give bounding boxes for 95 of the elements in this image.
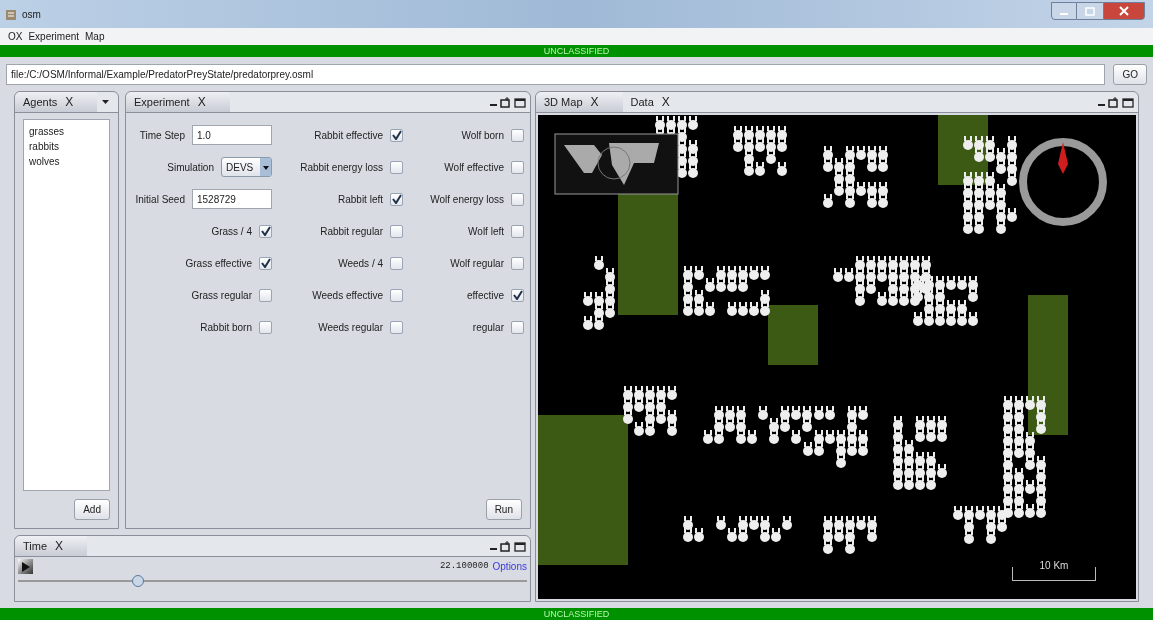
minimize-button[interactable] [1051, 2, 1077, 20]
field-label: Initial Seed [135, 192, 185, 207]
checkbox[interactable] [390, 224, 403, 238]
close-icon[interactable]: X [65, 93, 74, 111]
play-button[interactable] [18, 559, 33, 574]
dropdown-icon [101, 98, 110, 106]
field-label: Time Step [139, 128, 185, 143]
maximize-icon [514, 96, 526, 108]
checkbox[interactable] [511, 288, 524, 302]
menu-item[interactable]: Map [85, 29, 105, 44]
field-label: Wolf regular [450, 256, 504, 271]
field-label: Grass regular [191, 288, 252, 303]
checkmark-icon [391, 194, 402, 204]
address-field[interactable]: file:/C:/OSM/Informal/Example/PredatorPreyState/predatorprey.osml [6, 63, 1106, 85]
close-icon[interactable]: X [55, 537, 64, 555]
checkbox[interactable] [259, 320, 272, 334]
field-label: Wolf left [468, 224, 504, 239]
minimize-icon [490, 547, 497, 550]
play-icon [21, 560, 30, 573]
text-field[interactable]: 1528729 [192, 189, 272, 209]
window-title: osm [22, 7, 41, 22]
field-label: Grass / 4 [211, 224, 252, 239]
field-label: Weeds regular [318, 320, 383, 335]
agent-item[interactable]: wolves [28, 154, 105, 169]
undock-icon [500, 96, 511, 108]
checkbox[interactable] [390, 192, 403, 206]
field-label: Weeds effective [312, 288, 383, 303]
classification-banner: UNCLASSIFIED [0, 608, 1153, 620]
field-label: effective [466, 288, 504, 303]
simulation-dropdown[interactable]: DEVS [221, 157, 272, 177]
agent-item[interactable]: rabbits [28, 139, 105, 154]
checkbox[interactable] [511, 224, 524, 238]
slider-thumb[interactable] [132, 575, 145, 587]
close-icon [1119, 6, 1129, 16]
field-label: Grass effective [185, 256, 252, 271]
field-label: Wolf born [461, 128, 504, 143]
checkbox[interactable] [390, 288, 403, 302]
checkbox[interactable] [259, 288, 272, 302]
field-label: Simulation [167, 160, 214, 175]
menu-item[interactable]: OX [8, 29, 23, 44]
checkbox[interactable] [511, 256, 524, 270]
checkbox[interactable] [390, 256, 403, 270]
maximize-icon [1085, 6, 1095, 16]
checkmark-icon [260, 226, 271, 236]
scale-label: 10 Km [1039, 561, 1069, 573]
go-button[interactable]: GO [1113, 63, 1147, 85]
maximize-button[interactable] [1077, 2, 1103, 20]
panel-tab[interactable]: Data X [622, 92, 694, 112]
minimize-icon [490, 103, 497, 106]
maximize-icon [1122, 96, 1134, 108]
checkmark-icon [260, 258, 271, 268]
checkbox[interactable] [511, 128, 524, 142]
field-label: Rabbit regular [320, 224, 383, 239]
checkbox[interactable] [511, 160, 524, 174]
panel-tab[interactable]: Agents X [15, 92, 98, 112]
field-label: Rabbit born [200, 320, 252, 335]
checkbox[interactable] [390, 320, 403, 334]
field-label: Wolf energy loss [430, 192, 504, 207]
field-label: Weeds / 4 [338, 256, 383, 271]
checkbox[interactable] [390, 160, 403, 174]
field-label: Rabbit energy loss [300, 160, 383, 175]
app-icon [4, 7, 18, 21]
close-icon[interactable]: X [197, 93, 206, 111]
checkbox[interactable] [259, 256, 272, 270]
field-label: regular [472, 320, 504, 335]
time-reading: 22.100000 [439, 559, 489, 573]
minimize-icon [1098, 103, 1105, 106]
checkmark-icon [512, 290, 523, 300]
run-button[interactable]: Run [485, 499, 522, 520]
field-label: Rabbit effective [314, 128, 383, 143]
undock-icon [500, 540, 511, 552]
field-label: Wolf effective [444, 160, 504, 175]
classification-banner: UNCLASSIFIED [0, 45, 1153, 57]
field-label: Rabbit left [337, 192, 383, 207]
options-link[interactable]: Options [492, 559, 527, 574]
panel-tab[interactable]: Experiment X [126, 92, 230, 112]
panel-tab[interactable]: Time X [15, 536, 88, 556]
menu-item[interactable]: Experiment [28, 29, 80, 44]
add-button[interactable]: Add [74, 499, 110, 520]
checkbox[interactable] [259, 224, 272, 238]
maximize-icon [514, 540, 526, 552]
checkbox[interactable] [511, 320, 524, 334]
close-icon[interactable]: X [590, 93, 599, 111]
close-button[interactable] [1103, 2, 1145, 20]
text-field[interactable]: 1.0 [192, 125, 272, 145]
checkmark-icon [391, 130, 402, 140]
checkbox[interactable] [390, 128, 403, 142]
minimize-icon [1060, 13, 1068, 15]
dropdown-icon [262, 164, 269, 170]
checkbox[interactable] [511, 192, 524, 206]
undock-icon [1108, 96, 1119, 108]
panel-tab[interactable]: 3D Map X [536, 92, 623, 112]
time-slider[interactable] [18, 575, 527, 587]
close-icon[interactable]: X [661, 93, 670, 111]
agent-item[interactable]: grasses [28, 124, 105, 139]
